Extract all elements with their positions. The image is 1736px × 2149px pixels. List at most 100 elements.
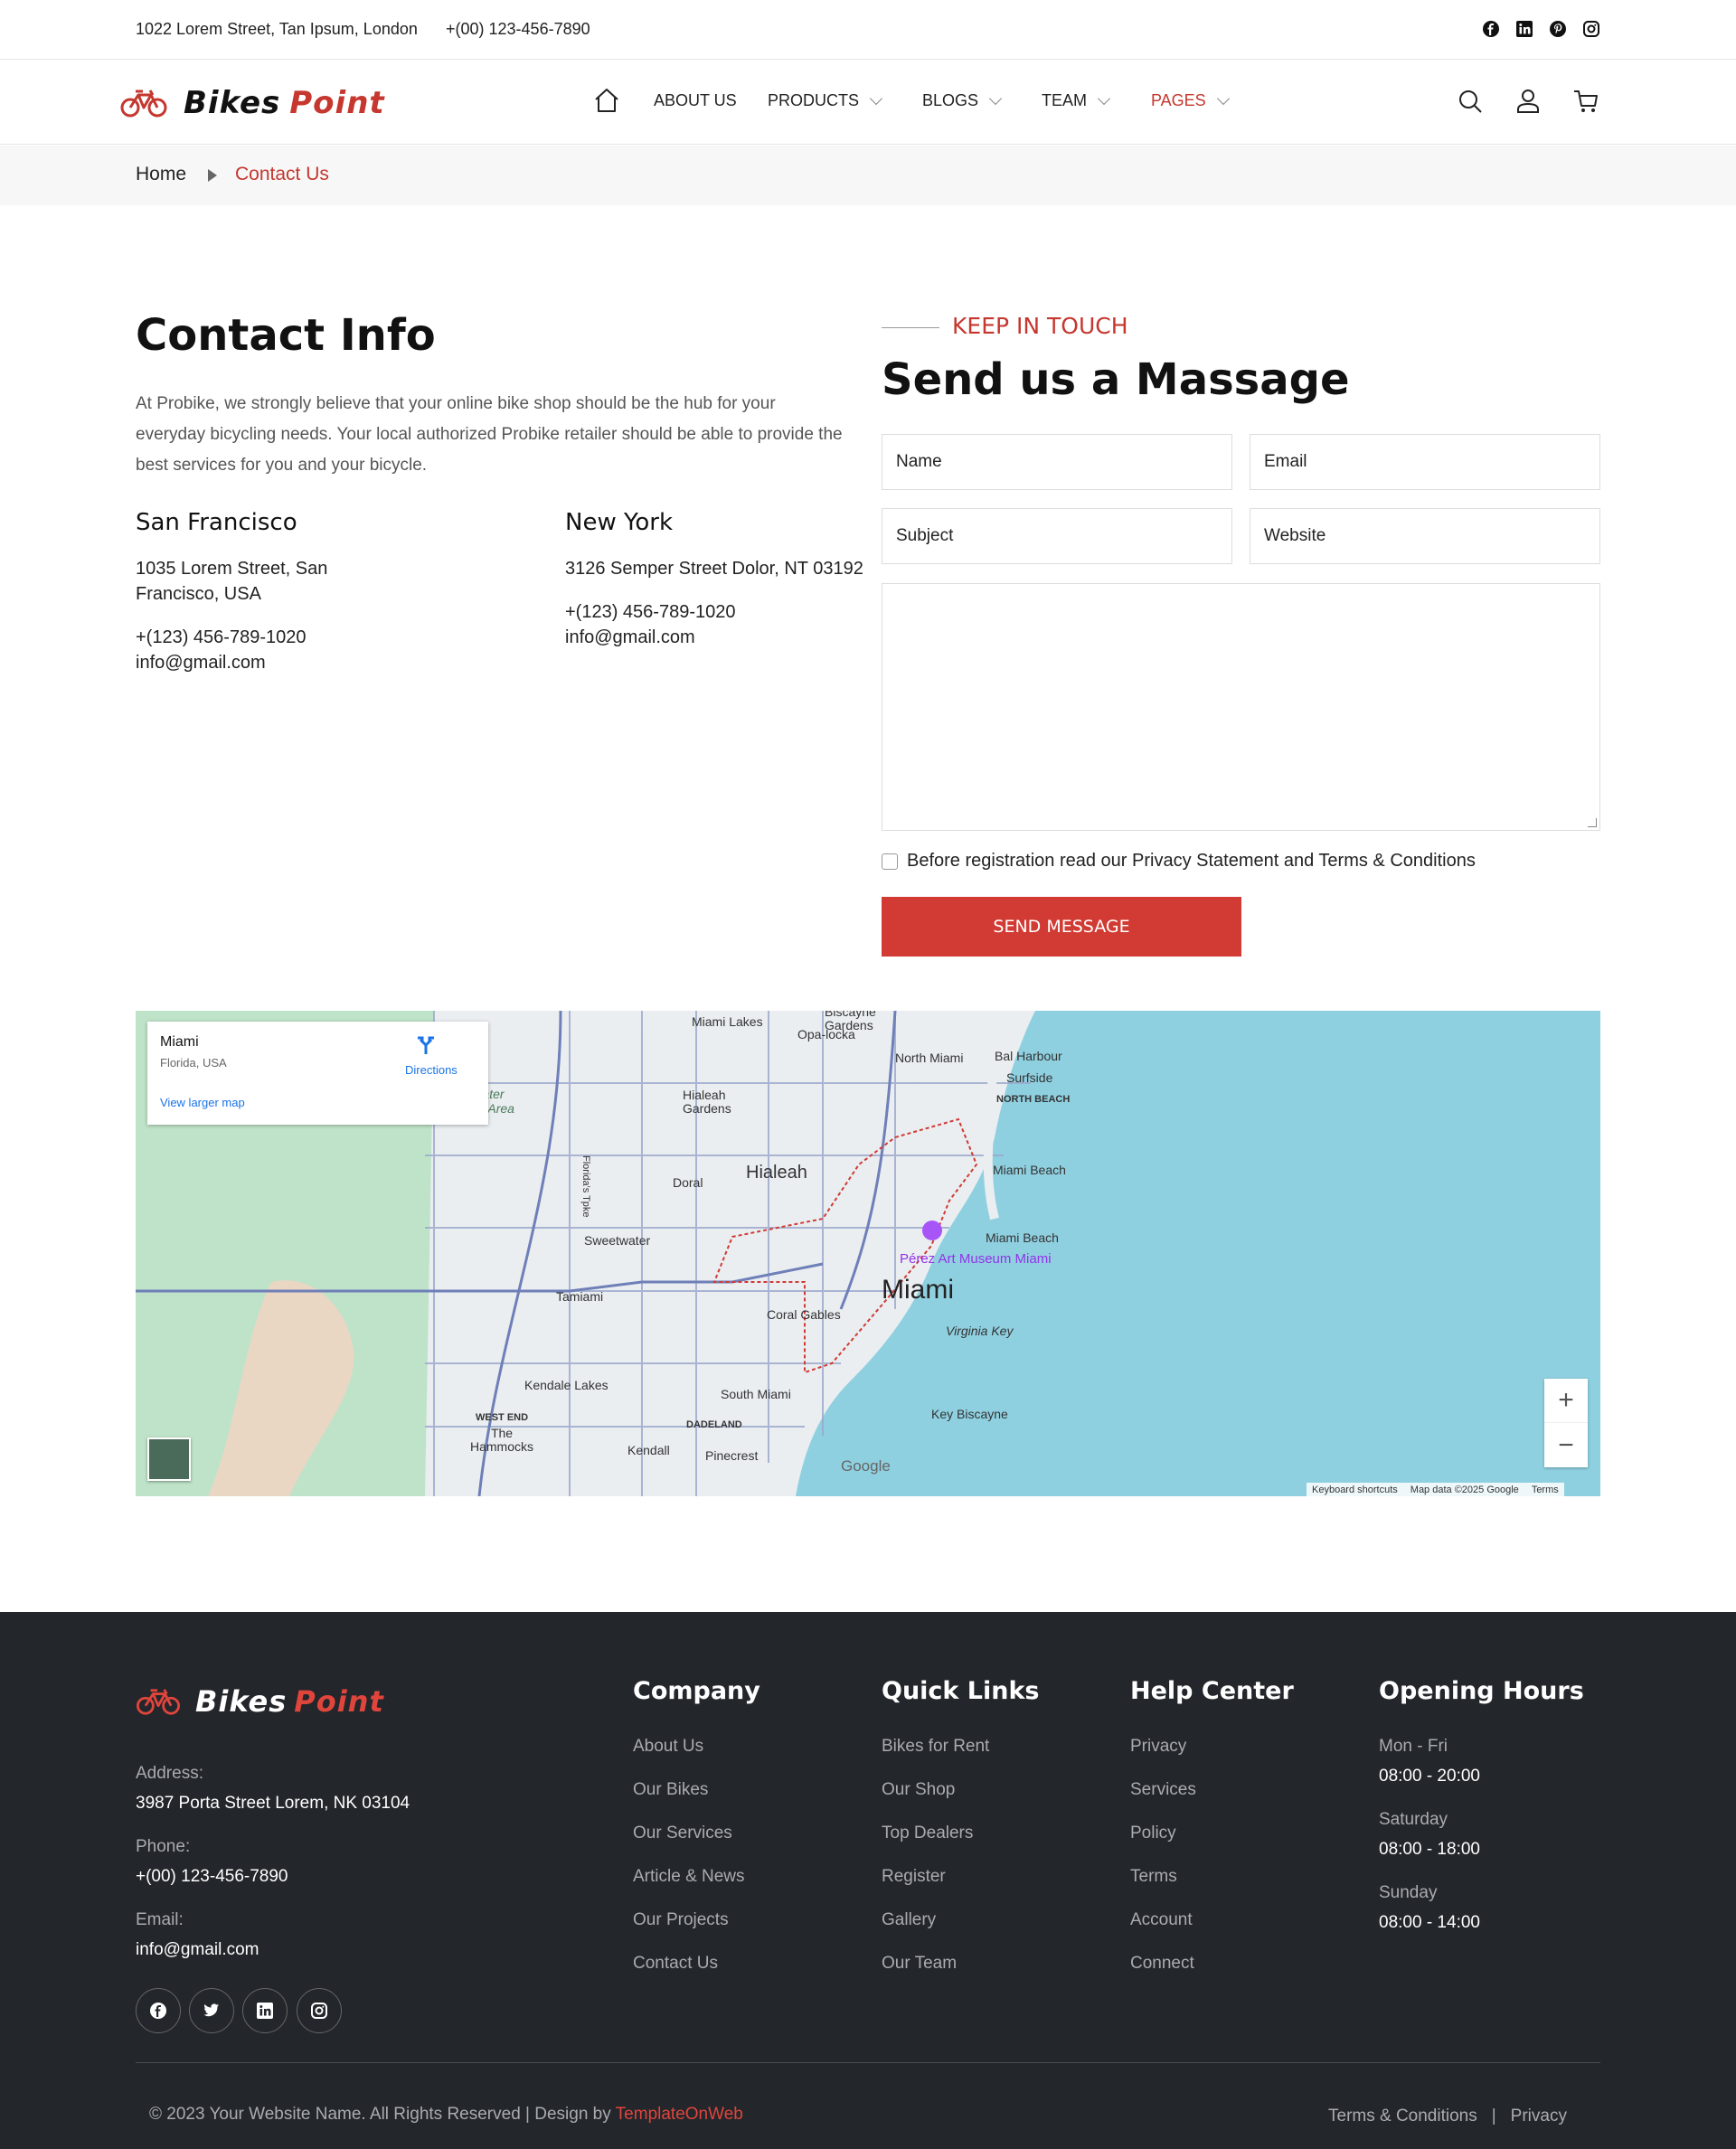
google-logo: Google	[841, 1457, 891, 1475]
copyright: © 2023 Your Website Name. All Rights Res…	[149, 2105, 743, 2125]
keyboard-shortcuts-link[interactable]: Keyboard shortcuts	[1312, 1485, 1398, 1495]
footer-link[interactable]: Register	[882, 1867, 946, 1887]
search-icon[interactable]	[1458, 89, 1483, 118]
footer-link[interactable]: Our Team	[882, 1954, 957, 1974]
footer-link[interactable]: Connect	[1130, 1954, 1194, 1974]
footer-link[interactable]: Terms	[1130, 1867, 1177, 1887]
twitter-icon[interactable]	[189, 1988, 234, 2033]
directions-link[interactable]: Directions	[405, 1063, 458, 1077]
form-eyebrow: KEEP IN TOUCH	[952, 313, 1128, 339]
email-field[interactable]: Email	[1250, 434, 1600, 490]
view-larger-map-link[interactable]: View larger map	[160, 1096, 245, 1109]
logo-text-1: Bikes	[195, 1684, 288, 1719]
map-data-text: Map data ©2025 Google	[1410, 1484, 1519, 1495]
hours-day: Sunday	[1379, 1883, 1438, 1902]
separator: |	[1491, 2107, 1496, 2125]
footer-quick-links-title: Quick Links	[882, 1677, 1040, 1705]
contact-title: Contact Info	[136, 310, 436, 361]
chevron-down-icon	[988, 91, 1003, 105]
map-info-card: Miami Florida, USA View larger map Direc…	[147, 1022, 488, 1125]
chevron-down-icon	[1097, 91, 1111, 105]
terms-conditions-link[interactable]: Terms & Conditions	[1328, 2107, 1477, 2126]
linkedin-icon[interactable]	[1515, 20, 1533, 38]
satellite-toggle[interactable]	[147, 1437, 191, 1481]
resize-handle-icon[interactable]	[1588, 818, 1597, 827]
nav-label: PRODUCTS	[768, 91, 860, 109]
nav-label: ABOUT US	[654, 91, 737, 109]
pinterest-icon[interactable]	[1549, 20, 1567, 38]
instagram-icon[interactable]	[297, 1988, 342, 2033]
footer-link[interactable]: Services	[1130, 1780, 1196, 1800]
eyebrow-line	[882, 327, 939, 328]
hours-time: 08:00 - 14:00	[1379, 1913, 1480, 1932]
zoom-in-button[interactable]: +	[1544, 1379, 1588, 1423]
footer-link[interactable]: Bikes for Rent	[882, 1737, 989, 1757]
footer-link[interactable]: Contact Us	[633, 1954, 718, 1974]
zoom-out-button[interactable]: −	[1544, 1423, 1588, 1467]
nav-pages[interactable]: PAGES	[1151, 91, 1230, 110]
footer-link[interactable]: Gallery	[882, 1910, 936, 1930]
google-map[interactable]: Miami Lakes Opa-locka North Miami Bal Ha…	[136, 1011, 1600, 1496]
instagram-icon[interactable]	[1582, 20, 1600, 38]
nav-label: TEAM	[1042, 91, 1088, 109]
zoom-controls: + −	[1544, 1379, 1588, 1467]
nav-about-us[interactable]: ABOUT US	[654, 91, 737, 110]
home-icon[interactable]	[593, 88, 620, 118]
nav-team[interactable]: TEAM	[1042, 91, 1111, 110]
top-address: 1022 Lorem Street, Tan Ipsum, London	[136, 20, 418, 38]
phone-label: Phone:	[136, 1837, 191, 1856]
map-terms-link[interactable]: Terms	[1532, 1485, 1559, 1495]
location-san-francisco: San Francisco 1035 Lorem Street, San Fra…	[136, 509, 371, 675]
top-bar: 1022 Lorem Street, Tan Ipsum, London +(0…	[0, 0, 1736, 60]
footer-link[interactable]: Our Projects	[633, 1910, 729, 1930]
footer-link[interactable]: Privacy	[1130, 1737, 1186, 1757]
facebook-icon[interactable]	[1482, 20, 1500, 38]
footer-email: info@gmail.com	[136, 1940, 259, 1959]
website-field[interactable]: Website	[1250, 508, 1600, 564]
directions-icon[interactable]	[415, 1034, 437, 1056]
footer-link[interactable]: Top Dealers	[882, 1824, 973, 1843]
breadcrumb-current: Contact Us	[235, 164, 329, 184]
site-footer: Bikes Point Address: 3987 Porta Street L…	[0, 1612, 1736, 2149]
nav-products[interactable]: PRODUCTS	[768, 91, 883, 110]
linkedin-icon[interactable]	[242, 1988, 288, 2033]
footer-phone: +(00) 123-456-7890	[136, 1867, 288, 1886]
email-label: Email:	[136, 1910, 184, 1929]
facebook-icon[interactable]	[136, 1988, 181, 2033]
consent-label: Before registration read our Privacy Sta…	[907, 851, 1476, 871]
footer-link[interactable]: Our Bikes	[633, 1780, 708, 1800]
footer-link[interactable]: Our Shop	[882, 1780, 955, 1800]
footer-link[interactable]: Account	[1130, 1910, 1193, 1930]
footer-logo[interactable]: Bikes Point	[136, 1684, 384, 1719]
send-message-button[interactable]: SEND MESSAGE	[882, 897, 1241, 957]
form-title: Send us a Massage	[882, 354, 1350, 405]
location-city: San Francisco	[136, 509, 297, 536]
message-textarea[interactable]	[882, 583, 1600, 831]
user-icon[interactable]	[1516, 89, 1540, 118]
cart-icon[interactable]	[1573, 89, 1599, 118]
site-logo[interactable]: Bikes Point	[120, 85, 385, 121]
breadcrumb: Home Contact Us	[0, 146, 1736, 205]
name-field[interactable]: Name	[882, 434, 1232, 490]
bicycle-icon	[120, 90, 167, 118]
hours-time: 08:00 - 18:00	[1379, 1840, 1480, 1859]
location-phone: +(123) 456-789-1020	[565, 602, 736, 622]
footer-link[interactable]: Policy	[1130, 1824, 1176, 1843]
hours-day: Saturday	[1379, 1810, 1448, 1829]
nav-blogs[interactable]: BLOGS	[922, 91, 1003, 110]
consent-checkbox[interactable]	[882, 853, 898, 870]
designer-link[interactable]: TemplateOnWeb	[616, 2105, 743, 2124]
address-label: Address:	[136, 1764, 203, 1783]
map-place-subtitle: Florida, USA	[160, 1056, 227, 1070]
map-place-title: Miami	[160, 1034, 199, 1050]
footer-link[interactable]: Article & News	[633, 1867, 745, 1887]
footer-link[interactable]: About Us	[633, 1737, 703, 1757]
top-phone: +(00) 123-456-7890	[446, 20, 590, 38]
hours-day: Mon - Fri	[1379, 1737, 1448, 1756]
location-address: 1035 Lorem Street, San Francisco, USA	[136, 559, 328, 604]
privacy-link[interactable]: Privacy	[1511, 2107, 1567, 2126]
breadcrumb-home[interactable]: Home	[136, 164, 186, 185]
subject-field[interactable]: Subject	[882, 508, 1232, 564]
footer-link[interactable]: Our Services	[633, 1824, 732, 1843]
hours-time: 08:00 - 20:00	[1379, 1767, 1480, 1786]
